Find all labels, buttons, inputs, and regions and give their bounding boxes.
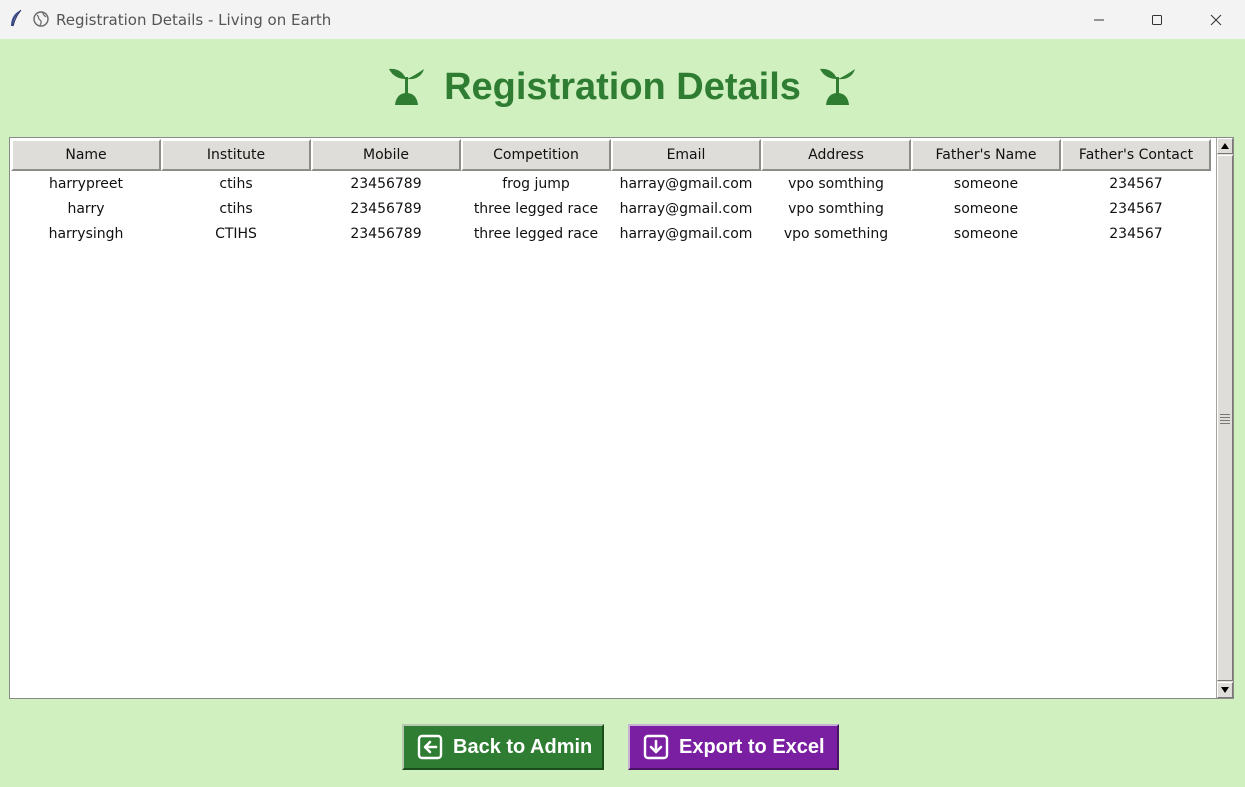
cell-name: harrypreet	[48, 175, 124, 192]
table-row[interactable]: harrypreet ctihs 23456789 frog jump harr…	[11, 171, 1211, 196]
arrow-up-icon	[1221, 143, 1229, 149]
arrow-down-icon	[1221, 687, 1229, 693]
cell-address: vpo somthing	[788, 175, 884, 192]
table-header: Name Institute Mobile Competition Email …	[11, 139, 1211, 171]
sprout-icon	[819, 68, 855, 105]
cell-address: vpo somthing	[788, 200, 884, 217]
cell-mobile: 23456789	[350, 175, 422, 192]
column-header-email[interactable]: Email	[611, 139, 761, 171]
grip-line	[1220, 414, 1230, 415]
minimize-icon	[1094, 19, 1104, 20]
column-header-institute[interactable]: Institute	[161, 139, 311, 171]
cell-email: harray@gmail.com	[619, 200, 753, 217]
cell-institute: ctihs	[219, 200, 253, 217]
grip-line	[1220, 417, 1230, 418]
cell-mobile: 23456789	[350, 200, 422, 217]
cell-fathers-name: someone	[953, 225, 1019, 242]
vertical-scrollbar[interactable]	[1216, 138, 1233, 698]
maximize-button[interactable]	[1128, 0, 1186, 39]
cell-name: harrysingh	[48, 225, 124, 242]
cell-institute: CTIHS	[215, 225, 257, 242]
scroll-up-button[interactable]	[1217, 138, 1233, 154]
arrow-down-box-icon	[643, 734, 669, 760]
minimize-button[interactable]	[1070, 0, 1128, 39]
export-to-excel-button[interactable]: Export to Excel	[628, 724, 839, 770]
cell-name: harry	[67, 200, 105, 217]
page-title: Registration Details	[444, 65, 801, 108]
scroll-down-button[interactable]	[1217, 682, 1233, 698]
registrations-table[interactable]: Name Institute Mobile Competition Email …	[9, 137, 1234, 699]
column-header-fathers-name[interactable]: Father's Name	[911, 139, 1061, 171]
table-row[interactable]: harry ctihs 23456789 three legged race h…	[11, 196, 1211, 221]
column-header-address[interactable]: Address	[761, 139, 911, 171]
cell-fathers-name: someone	[953, 200, 1019, 217]
column-header-competition[interactable]: Competition	[461, 139, 611, 171]
cell-mobile: 23456789	[350, 225, 422, 242]
back-to-admin-label: Back to Admin	[453, 735, 593, 758]
cell-competition: three legged race	[473, 200, 599, 217]
cell-fathers-name: someone	[953, 175, 1019, 192]
maximize-icon	[1152, 14, 1162, 25]
feather-icon	[11, 9, 22, 27]
back-to-admin-button[interactable]: Back to Admin	[402, 724, 604, 770]
window-titlebar: Registration Details - Living on Earth	[0, 0, 1245, 39]
table-body: harrypreet ctihs 23456789 frog jump harr…	[11, 171, 1211, 246]
column-header-name[interactable]: Name	[11, 139, 161, 171]
cell-fathers-contact: 234567	[1109, 225, 1163, 242]
cell-institute: ctihs	[219, 175, 253, 192]
cell-fathers-contact: 234567	[1109, 200, 1163, 217]
sprout-icon	[389, 68, 425, 105]
cell-fathers-contact: 234567	[1109, 175, 1163, 192]
cell-email: harray@gmail.com	[619, 225, 753, 242]
globe-icon	[33, 11, 49, 27]
arrow-left-box-icon	[417, 734, 443, 760]
window-title: Registration Details - Living on Earth	[56, 11, 332, 29]
scrollbar-thumb[interactable]	[1217, 155, 1233, 681]
column-header-fathers-contact[interactable]: Father's Contact	[1061, 139, 1211, 171]
cell-email: harray@gmail.com	[619, 175, 753, 192]
page-heading: Registration Details	[0, 60, 1245, 114]
cell-competition: three legged race	[473, 225, 599, 242]
column-header-mobile[interactable]: Mobile	[311, 139, 461, 171]
grip-line	[1220, 420, 1230, 421]
cell-address: vpo something	[783, 225, 889, 242]
export-to-excel-label: Export to Excel	[679, 735, 825, 758]
grip-line	[1220, 423, 1230, 424]
close-icon	[1210, 14, 1222, 25]
cell-competition: frog jump	[502, 175, 570, 192]
table-row[interactable]: harrysingh CTIHS 23456789 three legged r…	[11, 221, 1211, 246]
close-button[interactable]	[1187, 0, 1245, 39]
